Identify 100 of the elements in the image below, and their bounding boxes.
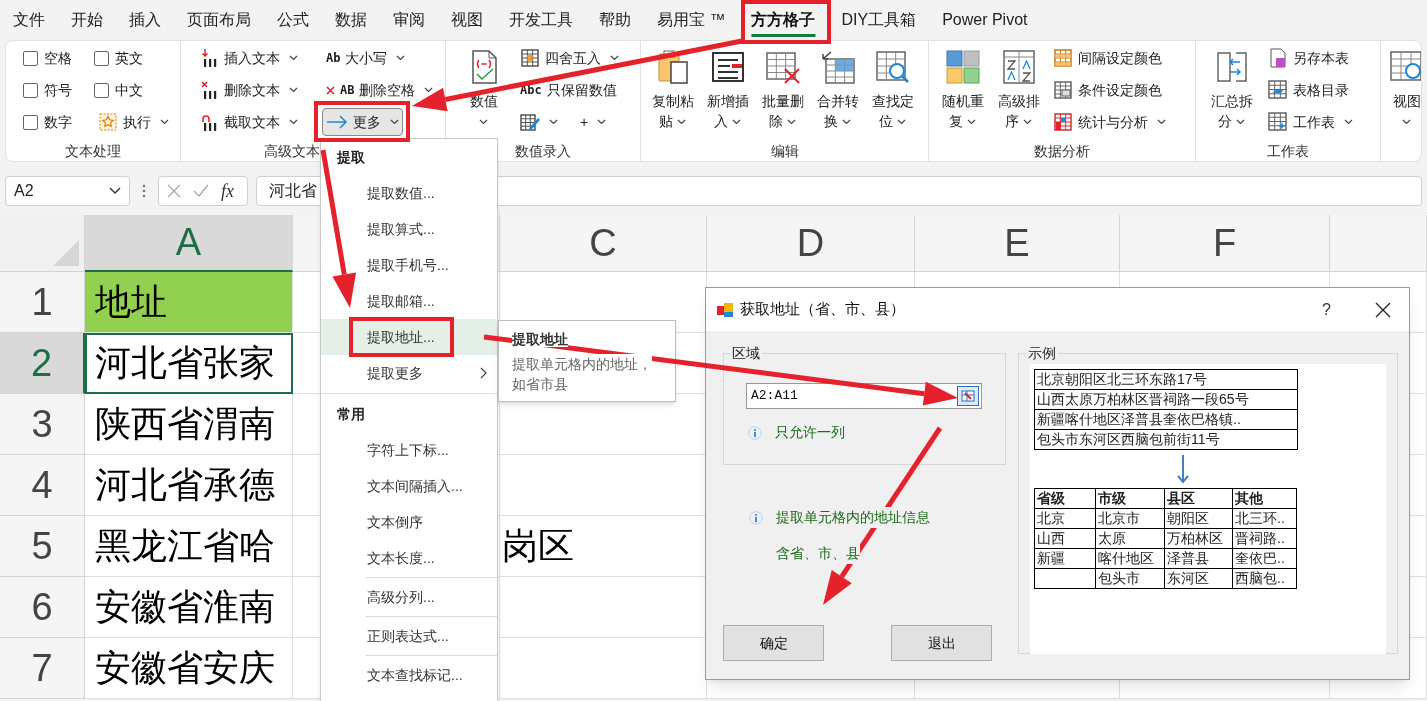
checkbox-label[interactable]: 英文 <box>115 47 143 69</box>
ribbon-large-button[interactable]: 视图 <box>1381 42 1421 161</box>
ribbon-large-button[interactable]: 汇总拆分 <box>1206 42 1258 139</box>
function-button[interactable]: fx <box>221 177 234 205</box>
row-header[interactable]: 3 <box>0 394 85 455</box>
info-icon <box>749 510 763 525</box>
checkbox[interactable] <box>94 50 109 66</box>
ribbon-large-button[interactable]: 随机重复 <box>937 42 989 139</box>
ribbon-tab[interactable]: 帮助 <box>586 0 644 40</box>
table-cell: 地址 <box>85 272 293 333</box>
ribbon-button[interactable]: 另存本表 <box>1264 44 1353 72</box>
ribbon-large-button[interactable]: 高级排序 <box>993 42 1045 139</box>
ribbon-tab[interactable]: 开始 <box>58 0 116 40</box>
ribbon-button[interactable]: 更多 <box>322 108 403 136</box>
hint-text: 含省、市、县 <box>776 543 860 564</box>
menu-item[interactable]: 正则表达式... <box>321 615 497 654</box>
checkbox-label[interactable]: 数字 <box>44 111 72 133</box>
row-header[interactable]: 4 <box>0 455 85 516</box>
name-box[interactable]: A2 <box>5 176 130 206</box>
menu-item[interactable]: 文本长度... <box>321 540 497 576</box>
ribbon-tab[interactable]: 视图 <box>438 0 496 40</box>
dialog-button[interactable]: 退出 <box>891 625 992 661</box>
row-header[interactable]: 6 <box>0 577 85 638</box>
ribbon-large-button[interactable]: 数值 <box>458 42 510 139</box>
table-cell: 包头市东河区西脑包前街11号 <box>1034 429 1298 450</box>
ribbon-tab[interactable]: 易用宝 ™ <box>644 0 739 40</box>
row-header[interactable]: 2 <box>0 333 85 394</box>
menu-item[interactable]: 提取手机号... <box>321 247 497 283</box>
checkbox[interactable] <box>23 82 38 98</box>
ribbon-tab[interactable]: 数据 <box>322 0 380 40</box>
ribbon-tab[interactable]: 审阅 <box>380 0 438 40</box>
table-cell: 河北省承德 <box>85 455 293 516</box>
dialog-title: 获取地址（省、市、县） <box>740 299 906 320</box>
menu-item[interactable]: 提取邮箱... <box>321 283 497 319</box>
ribbon-button[interactable]: + <box>576 108 611 136</box>
table-cell: 新疆喀什地区泽普县奎依巴格镇.. <box>1034 409 1298 430</box>
column-header[interactable]: C <box>500 215 707 272</box>
grid-link-icon <box>1268 80 1288 100</box>
ribbon-button[interactable]: 条件设定颜色 <box>1049 76 1166 104</box>
ribbon-large-button[interactable]: 新增插入 <box>702 42 754 139</box>
ribbon-large-button[interactable]: 合并转换 <box>812 42 864 139</box>
grid-arrows-icon <box>820 49 856 85</box>
ribbon-button[interactable]: 统计与分析 <box>1049 108 1170 136</box>
column-header[interactable]: D <box>707 215 915 272</box>
ribbon-button[interactable]: AB 删除空格 <box>322 76 438 104</box>
insert-bars-icon <box>199 48 219 68</box>
table-cell: 安徽省淮南 <box>85 577 293 638</box>
grid-sparkle-icon <box>1268 112 1288 132</box>
ribbon-button[interactable]: 四舍五入 <box>516 44 623 72</box>
ribbon-button[interactable]: Ab 大小写 <box>322 44 410 72</box>
column-header[interactable]: A <box>85 215 293 272</box>
checkbox-label[interactable]: 符号 <box>44 79 72 101</box>
ribbon-tab[interactable]: 页面布局 <box>174 0 264 40</box>
caret-icon <box>1157 119 1166 125</box>
dialog-button[interactable]: 确定 <box>723 625 824 661</box>
ribbon-tab[interactable]: DIY工具箱 <box>828 0 930 40</box>
ribbon-tab[interactable]: 插入 <box>116 0 174 40</box>
close-icon <box>1375 301 1391 318</box>
ribbon-tab[interactable]: 公式 <box>264 0 322 40</box>
menu-item[interactable]: 字符上下标... <box>321 432 497 468</box>
ribbon-tab[interactable]: 开发工具 <box>496 0 586 40</box>
caret-icon <box>1236 119 1246 126</box>
table-cell: 陕西省渭南 <box>85 394 293 455</box>
row-header[interactable]: 5 <box>0 516 85 577</box>
ribbon-button[interactable]: 表格目录 <box>1264 76 1353 104</box>
menu-item[interactable]: 文本倒序 <box>321 504 497 540</box>
range-picker-button[interactable] <box>957 386 979 406</box>
checkbox[interactable] <box>23 114 38 130</box>
menu-item[interactable]: 文本查找标记... <box>321 654 497 693</box>
caret-icon <box>1344 119 1353 125</box>
ribbon-tab[interactable]: 方方格子 <box>738 0 829 40</box>
table-cell: 西脑包.. <box>1232 568 1297 589</box>
ribbon-button[interactable]: 截取文本 <box>195 108 302 136</box>
ribbon-large-button[interactable]: 复制粘贴 <box>647 42 699 139</box>
ribbon-large-button[interactable]: 批量删除 <box>757 42 809 139</box>
help-button[interactable]: ? <box>1322 297 1331 322</box>
row-header[interactable]: 1 <box>0 272 85 333</box>
ribbon-tab[interactable]: Power Pivot <box>929 0 1041 40</box>
menu-item[interactable]: 高级分列... <box>321 576 497 615</box>
checkbox-label[interactable]: 空格 <box>44 47 72 69</box>
checkbox[interactable] <box>23 50 38 66</box>
group-label: 高级文本 <box>264 143 320 159</box>
menu-item[interactable]: 提取更多 <box>321 355 497 391</box>
ribbon-button[interactable]: 间隔设定颜色 <box>1049 44 1166 72</box>
ribbon-button[interactable]: 删除文本 <box>195 76 302 104</box>
ribbon-large-button[interactable]: 查找定位 <box>867 42 919 139</box>
ribbon-button[interactable]: 工作表 <box>1264 108 1357 136</box>
close-button[interactable] <box>1375 301 1391 318</box>
menu-item[interactable]: 提取算式... <box>321 211 497 247</box>
column-header[interactable]: F <box>1120 215 1330 272</box>
group-label: 工作表 <box>1267 143 1309 159</box>
checkbox[interactable] <box>94 82 109 98</box>
ribbon-button[interactable]: 执行 <box>94 108 173 136</box>
ribbon-button[interactable]: 插入文本 <box>195 44 302 72</box>
menu-item[interactable]: 文本间隔插入... <box>321 468 497 504</box>
checkbox-label[interactable]: 中文 <box>115 79 143 101</box>
row-header[interactable]: 7 <box>0 638 85 699</box>
table-icon <box>520 48 540 68</box>
column-header[interactable]: E <box>915 215 1120 272</box>
ribbon-tab[interactable]: 文件 <box>0 0 58 40</box>
